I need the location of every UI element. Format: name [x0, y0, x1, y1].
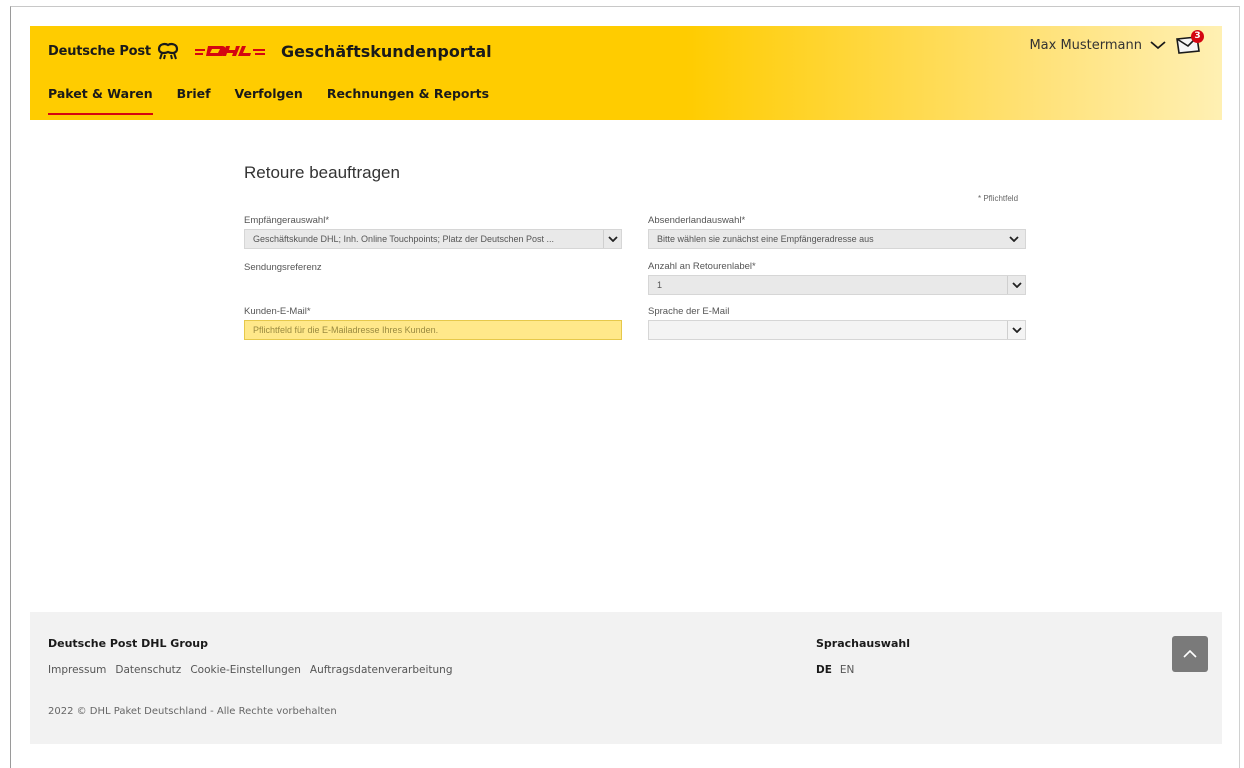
- language-en[interactable]: EN: [840, 664, 855, 676]
- footer-copyright: 2022 © DHL Paket Deutschland - Alle Rech…: [48, 706, 337, 717]
- footer-link-impressum[interactable]: Impressum: [48, 664, 106, 676]
- empfaenger-dropdown-toggle[interactable]: [603, 230, 621, 248]
- nav-item-verfolgen[interactable]: Verfolgen: [235, 86, 303, 115]
- page-title: Retoure beauftragen: [244, 163, 400, 182]
- footer-link-cookie-einstellungen[interactable]: Cookie-Einstellungen: [190, 664, 301, 676]
- language-de[interactable]: DE: [816, 664, 832, 676]
- user-menu[interactable]: Max Mustermann 3: [1029, 30, 1204, 56]
- anzahl-dropdown-toggle[interactable]: [1007, 276, 1025, 294]
- portal-title: Geschäftskundenportal: [280, 41, 492, 61]
- deutsche-post-wordmark: Deutsche Post: [48, 43, 151, 59]
- footer-links: Impressum Datenschutz Cookie-Einstellung…: [48, 664, 461, 676]
- absenderland-select[interactable]: Bitte wählen sie zunächst eine Empfänger…: [648, 229, 1026, 249]
- anzahl-select[interactable]: 1: [648, 275, 1026, 295]
- empfaenger-label: Empfängerauswahl*: [244, 215, 330, 226]
- mail-icon[interactable]: 3: [1176, 30, 1204, 56]
- nav-item-paket-waren[interactable]: Paket & Waren: [48, 86, 153, 115]
- sprache-select[interactable]: [648, 320, 1026, 340]
- brand[interactable]: Deutsche Post Geschäftskundenportal: [48, 36, 492, 66]
- nav-item-rechnungen-reports[interactable]: Rechnungen & Reports: [327, 86, 489, 115]
- chevron-down-icon: [1150, 41, 1166, 50]
- chevron-down-icon: [607, 236, 618, 242]
- nav-item-brief[interactable]: Brief: [177, 86, 211, 115]
- language-switch: DE EN: [816, 664, 862, 676]
- main-nav: Paket & Waren Brief Verfolgen Rechnungen…: [48, 86, 513, 115]
- sprache-label: Sprache der E-Mail: [648, 306, 730, 317]
- anzahl-select-value: 1: [657, 280, 663, 290]
- footer-link-auftragsdatenverarbeitung[interactable]: Auftragsdatenverarbeitung: [310, 664, 453, 676]
- kunden-email-placeholder: Pflichtfeld für die E-Mailadresse Ihres …: [253, 325, 439, 335]
- chevron-down-icon: [1009, 236, 1019, 242]
- sendungsreferenz-label: Sendungsreferenz: [244, 262, 322, 273]
- chevron-up-icon: [1183, 650, 1197, 658]
- absenderland-dropdown-toggle[interactable]: [1005, 230, 1023, 248]
- scroll-to-top-button[interactable]: [1172, 636, 1208, 672]
- kunden-email-input[interactable]: Pflichtfeld für die E-Mailadresse Ihres …: [244, 320, 622, 340]
- user-name: Max Mustermann: [1029, 37, 1142, 53]
- absenderland-select-value: Bitte wählen sie zunächst eine Empfänger…: [657, 234, 874, 244]
- mail-count-badge: 3: [1191, 30, 1204, 43]
- dhl-logo: [194, 46, 265, 56]
- language-title: Sprachauswahl: [816, 637, 910, 650]
- empfaenger-select[interactable]: Geschäftskunde DHL; Inh. Online Touchpoi…: [244, 229, 622, 249]
- anzahl-label: Anzahl an Retourenlabel*: [648, 261, 756, 272]
- posthorn-icon: [157, 42, 179, 60]
- chevron-down-icon: [1011, 282, 1022, 288]
- empfaenger-select-value: Geschäftskunde DHL; Inh. Online Touchpoi…: [253, 234, 554, 244]
- sprache-dropdown-toggle[interactable]: [1007, 321, 1025, 339]
- footer: Deutsche Post DHL Group Impressum Datens…: [30, 612, 1222, 744]
- absenderland-label: Absenderlandauswahl*: [648, 215, 746, 226]
- footer-group-title: Deutsche Post DHL Group: [48, 637, 209, 650]
- header: Deutsche Post Geschäftskundenportal Max …: [30, 26, 1222, 120]
- kunden-email-label: Kunden-E-Mail*: [244, 306, 311, 317]
- footer-link-datenschutz[interactable]: Datenschutz: [115, 664, 181, 676]
- required-note: * Pflichtfeld: [978, 194, 1019, 203]
- chevron-down-icon: [1011, 327, 1022, 333]
